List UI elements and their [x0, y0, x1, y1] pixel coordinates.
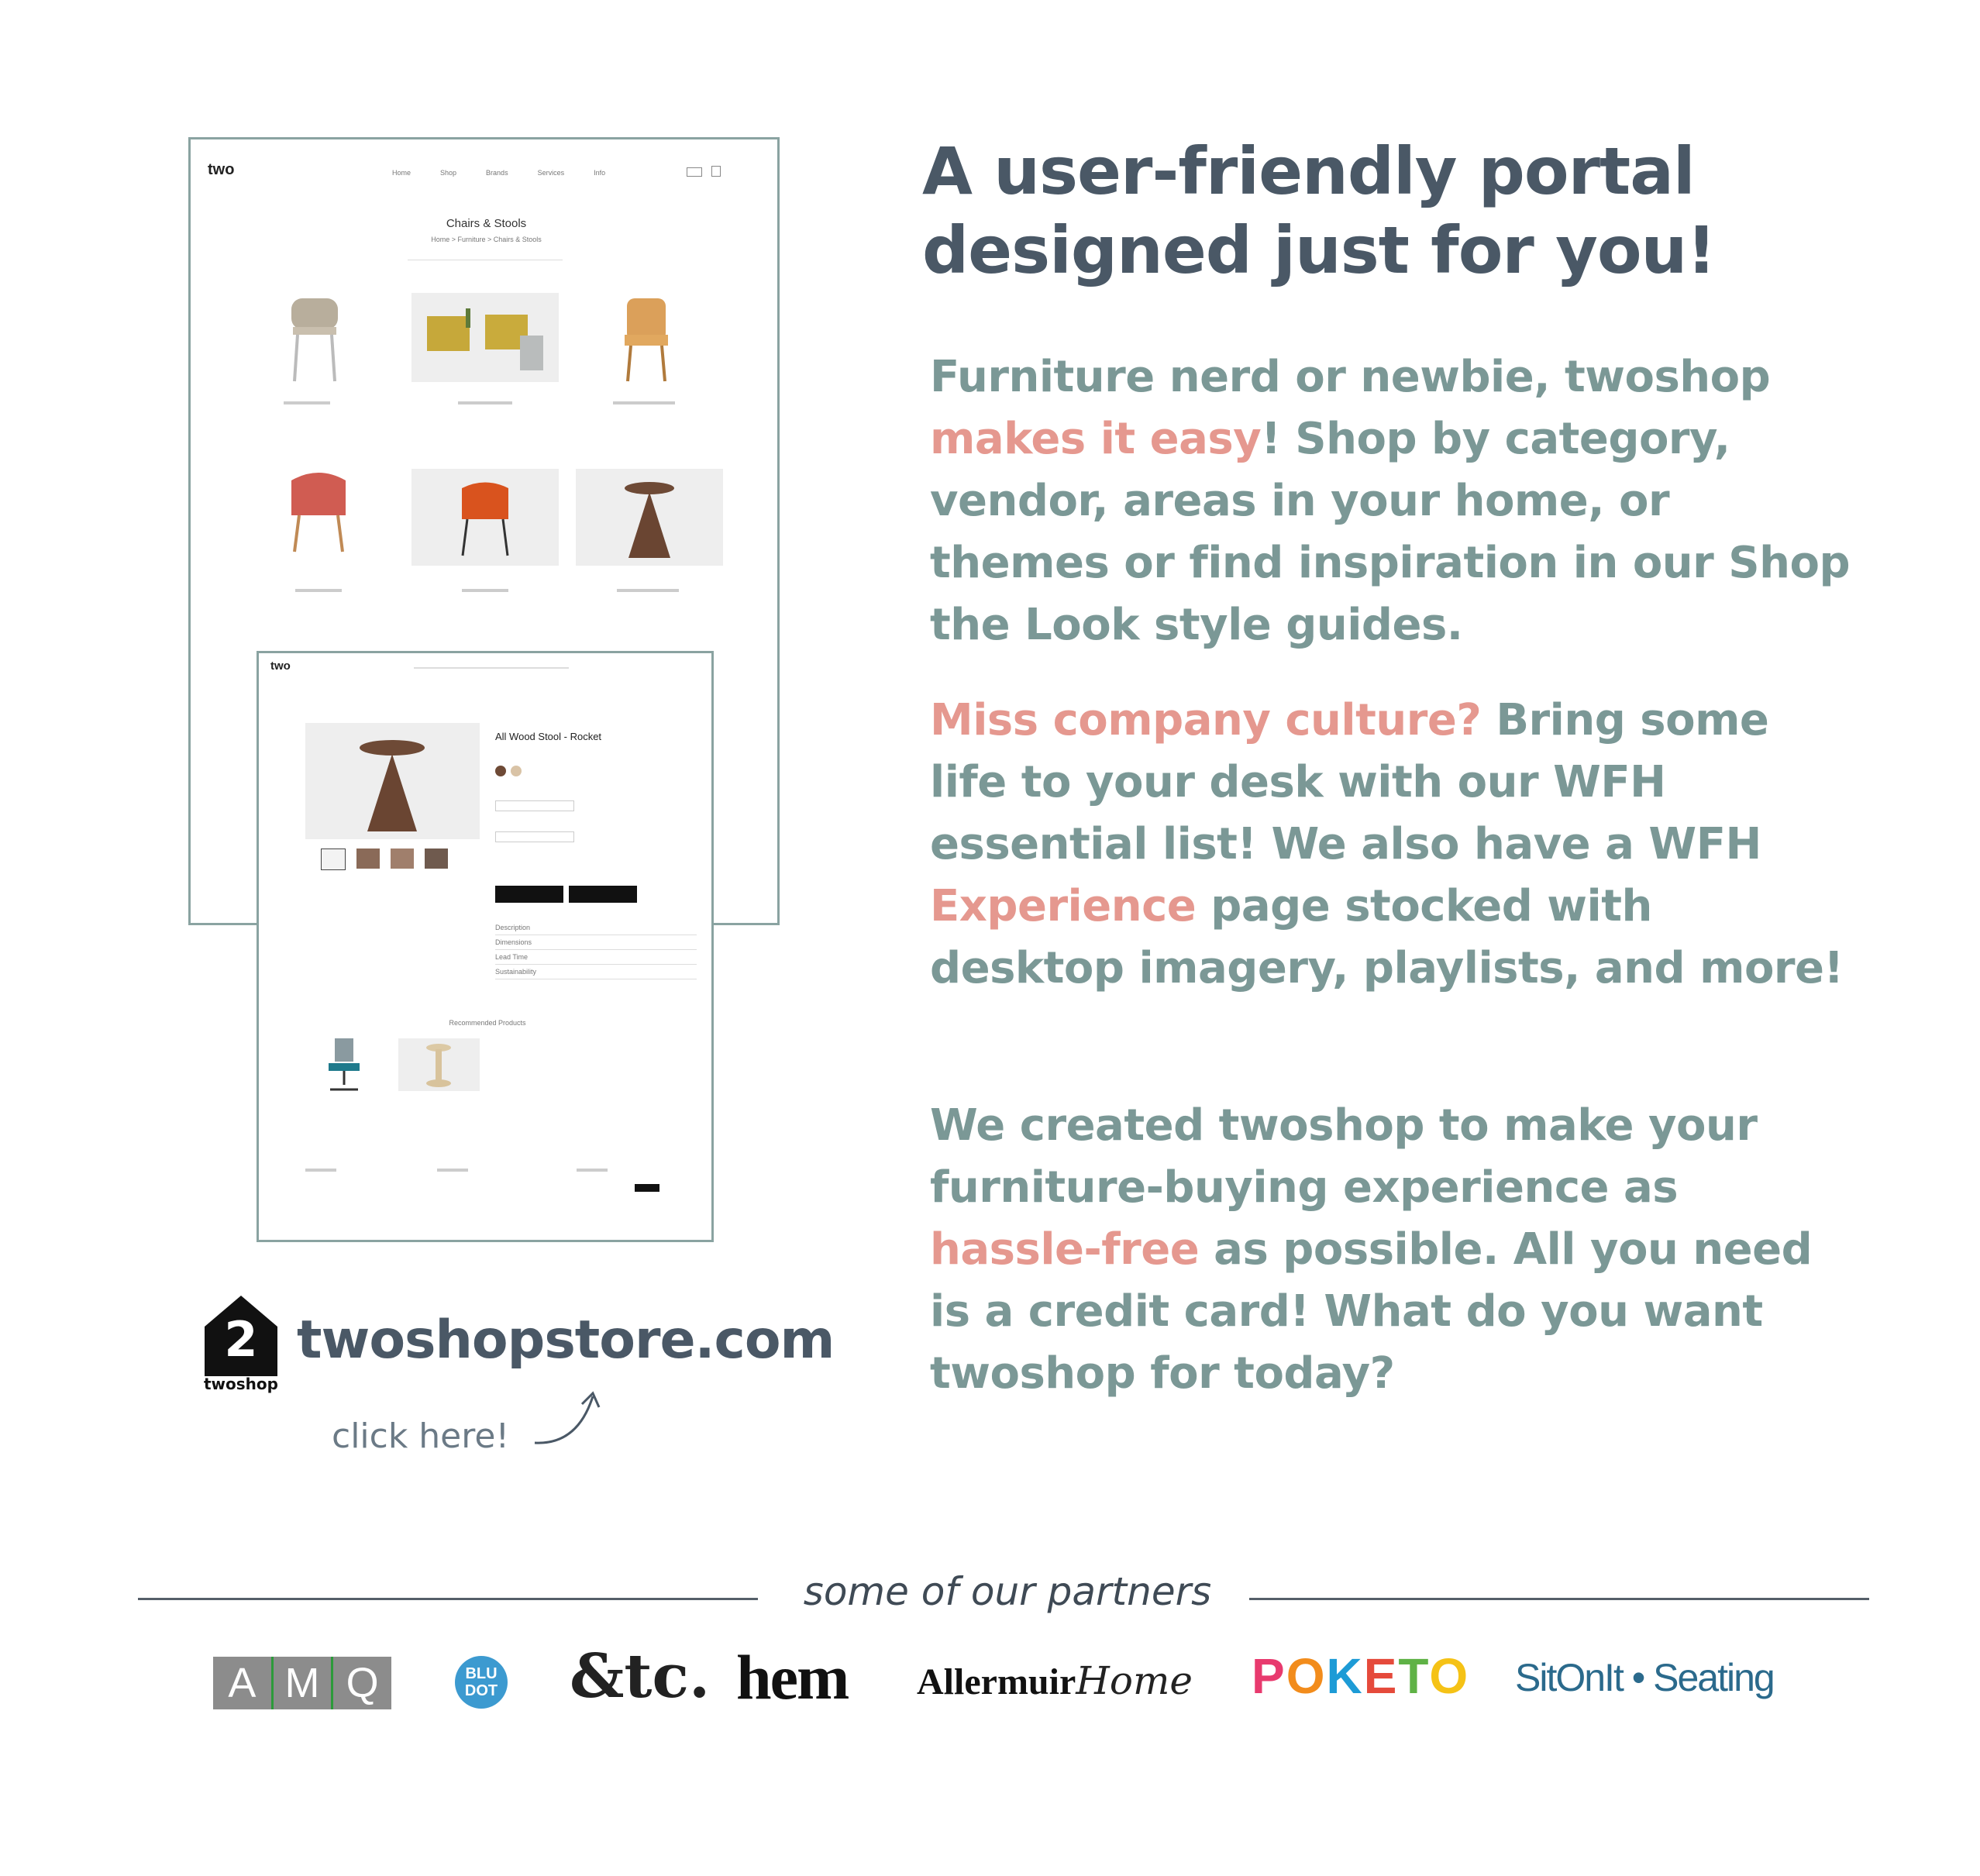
product-image-chair[interactable]: [284, 294, 346, 384]
poketo-letter: P: [1252, 1648, 1286, 1704]
logo-number: 2: [224, 1311, 258, 1368]
paragraph-text: Furniture nerd or newbie, twoshop: [930, 352, 1771, 402]
curved-arrow-icon: [534, 1391, 601, 1444]
intro-paragraph: Furniture nerd or newbie, twoshop makes …: [930, 346, 1852, 656]
product-name: [462, 589, 508, 592]
recommended-title: Recommended Products: [449, 1019, 526, 1027]
accordion-item[interactable]: Description: [495, 921, 697, 935]
product-image-armchair[interactable]: [284, 465, 353, 554]
quantity-select[interactable]: [495, 831, 574, 842]
headline-line-2: designed just for you!: [922, 212, 1717, 288]
accordion-item[interactable]: Dimensions: [495, 935, 697, 950]
amq-logo: A M Q: [213, 1657, 391, 1709]
sitonit-logo: SitOnIt • Seating: [1515, 1656, 1775, 1699]
two-logo: two: [208, 161, 235, 178]
product-name: [295, 589, 342, 592]
headline-line-1: A user-friendly portal: [922, 133, 1696, 209]
recommended-office-chair[interactable]: [321, 1037, 367, 1095]
thumbnail-strip[interactable]: [321, 849, 448, 870]
logo-caption: twoshop: [204, 1375, 278, 1393]
poketo-letter: O: [1429, 1648, 1470, 1704]
allermuir-text: Allermuir: [917, 1661, 1076, 1702]
main-product-image: [305, 723, 480, 839]
poketo-letter: E: [1363, 1648, 1399, 1704]
twoshop-logo[interactable]: 2 twoshop: [203, 1294, 279, 1393]
option-select[interactable]: [495, 800, 574, 811]
product-page-screenshot: two All Wood Stool - Rocket Description …: [257, 651, 714, 1242]
etc-logo: &tc.: [570, 1641, 711, 1712]
culture-paragraph: Miss company culture? Bring some life to…: [930, 690, 1852, 1000]
cart-icon[interactable]: [711, 166, 721, 177]
accordion-item[interactable]: Lead Time: [495, 950, 697, 965]
page-headline: A user-friendly portal designed just for…: [922, 132, 1930, 290]
product-image-stool[interactable]: [576, 469, 723, 566]
product-name: [458, 401, 512, 404]
highlight-text: Miss company culture?: [930, 695, 1482, 745]
footer-column: [577, 1169, 608, 1172]
accordion: Description Dimensions Lead Time Sustain…: [495, 921, 697, 979]
footer-column: [437, 1169, 468, 1172]
divider-right: [1249, 1598, 1869, 1600]
bludot-logo: BLU DOT: [455, 1656, 508, 1709]
nav-item[interactable]: Info: [594, 169, 605, 177]
buy-now-button[interactable]: [569, 886, 637, 903]
add-to-cart-button[interactable]: [495, 886, 563, 903]
product-name: [617, 589, 679, 592]
poketo-letter: O: [1286, 1648, 1327, 1704]
amq-letter: Q: [346, 1660, 379, 1706]
newsletter-subscribe-button[interactable]: [635, 1184, 659, 1192]
product-image-chair[interactable]: [615, 294, 677, 384]
poketo-letter: T: [1398, 1648, 1430, 1704]
poketo-letter: K: [1326, 1648, 1364, 1704]
hem-logo: hem: [736, 1642, 849, 1712]
color-swatches[interactable]: [495, 766, 522, 776]
amq-letter: M: [274, 1657, 334, 1709]
bludot-text: DOT: [464, 1682, 498, 1699]
product-title: All Wood Stool - Rocket: [495, 731, 602, 742]
product-name: [284, 401, 330, 404]
search-icon[interactable]: [687, 167, 702, 177]
divider-left: [138, 1598, 758, 1600]
product-nav[interactable]: [414, 667, 569, 669]
paragraph-text: We created twoshop to make your furnitur…: [930, 1100, 1758, 1213]
highlight-text: makes it easy: [930, 414, 1262, 464]
click-here-label[interactable]: click here!: [332, 1416, 509, 1456]
highlight-text: Experience: [930, 881, 1197, 931]
store-url-link[interactable]: twoshopstore.com: [297, 1310, 835, 1371]
accordion-item[interactable]: Sustainability: [495, 965, 697, 979]
closing-paragraph: We created twoshop to make your furnitur…: [930, 1095, 1852, 1405]
product-image-lounge-set[interactable]: [411, 293, 559, 382]
category-title: Chairs & Stools: [446, 217, 527, 230]
allermuir-logo: AllermuirHome: [917, 1658, 1193, 1703]
nav-item[interactable]: Home: [392, 169, 411, 177]
nav-item[interactable]: Shop: [440, 169, 456, 177]
partners-title: some of our partners: [803, 1569, 1212, 1614]
recommended-stool[interactable]: [398, 1038, 480, 1091]
amq-letter: A: [213, 1657, 274, 1709]
listing-nav: Home Shop Brands Services Info: [392, 169, 605, 177]
footer-column: [305, 1169, 336, 1172]
breadcrumb: Home > Furniture > Chairs & Stools: [431, 236, 542, 243]
product-image-orange-chair[interactable]: [411, 469, 559, 566]
product-name: [613, 401, 675, 404]
bludot-text: BLU: [465, 1665, 498, 1682]
nav-item[interactable]: Services: [538, 169, 565, 177]
two-logo: two: [270, 659, 291, 673]
poketo-logo: POKETO: [1252, 1647, 1469, 1705]
highlight-text: hassle-free: [930, 1224, 1200, 1275]
nav-item[interactable]: Brands: [486, 169, 508, 177]
allermuir-script: Home: [1076, 1658, 1193, 1703]
